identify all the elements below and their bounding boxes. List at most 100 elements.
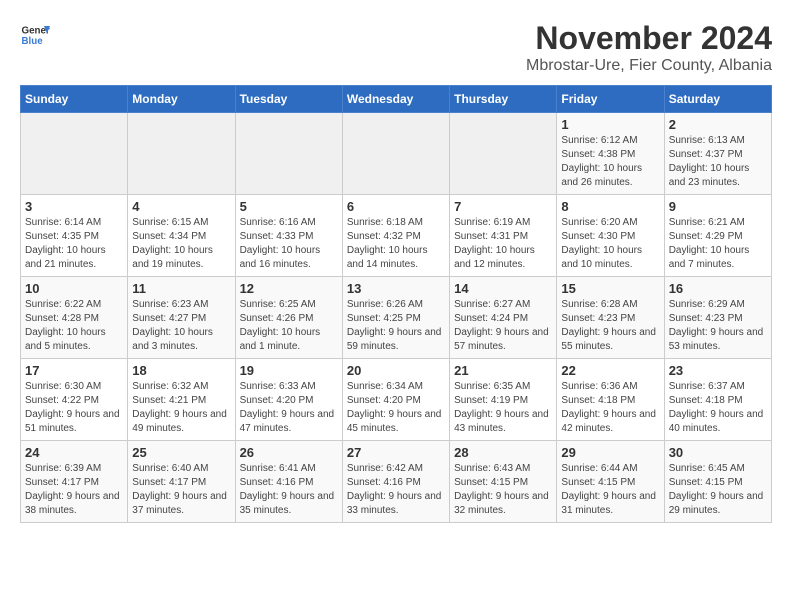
calendar-cell: 1 Sunrise: 6:12 AM Sunset: 4:38 PM Daylig…	[557, 113, 664, 195]
day-number: 1	[561, 117, 659, 132]
day-info: Sunrise: 6:23 AM Sunset: 4:27 PM Dayligh…	[132, 298, 230, 354]
calendar-cell: 15 Sunrise: 6:28 AM Sunset: 4:23 PM Dayli…	[557, 277, 664, 359]
day-number: 23	[669, 363, 767, 378]
header-day-monday: Monday	[128, 86, 235, 113]
calendar-cell	[128, 113, 235, 195]
logo: General Blue	[20, 20, 50, 50]
header-day-tuesday: Tuesday	[235, 86, 342, 113]
day-info: Sunrise: 6:22 AM Sunset: 4:28 PM Dayligh…	[25, 298, 123, 354]
calendar-cell	[450, 113, 557, 195]
day-info: Sunrise: 6:13 AM Sunset: 4:37 PM Dayligh…	[669, 134, 767, 190]
day-info: Sunrise: 6:44 AM Sunset: 4:15 PM Dayligh…	[561, 462, 659, 518]
calendar-cell: 29 Sunrise: 6:44 AM Sunset: 4:15 PM Dayli…	[557, 441, 664, 523]
calendar-table: SundayMondayTuesdayWednesdayThursdayFrid…	[20, 85, 772, 523]
calendar-cell: 4 Sunrise: 6:15 AM Sunset: 4:34 PM Daylig…	[128, 195, 235, 277]
calendar-cell: 25Sunrise: 6:40 AM Sunset: 4:17 PM Dayli…	[128, 441, 235, 523]
day-number: 22	[561, 363, 659, 378]
header: General Blue November 2024 Mbrostar-Ure,…	[20, 20, 772, 75]
header-day-saturday: Saturday	[664, 86, 771, 113]
day-number: 9	[669, 199, 767, 214]
day-number: 12	[240, 281, 338, 296]
day-number: 19	[240, 363, 338, 378]
day-number: 2	[669, 117, 767, 132]
day-number: 13	[347, 281, 445, 296]
day-info: Sunrise: 6:32 AM Sunset: 4:21 PM Dayligh…	[132, 380, 230, 436]
calendar-cell: 22 Sunrise: 6:36 AM Sunset: 4:18 PM Dayli…	[557, 359, 664, 441]
calendar-cell: 5 Sunrise: 6:16 AM Sunset: 4:33 PM Daylig…	[235, 195, 342, 277]
svg-text:Blue: Blue	[22, 36, 44, 47]
day-info: Sunrise: 6:39 AM Sunset: 4:17 PM Dayligh…	[25, 462, 123, 518]
main-title: November 2024	[526, 20, 772, 57]
calendar-cell: 12Sunrise: 6:25 AM Sunset: 4:26 PM Dayli…	[235, 277, 342, 359]
calendar-cell: 19 Sunrise: 6:33 AM Sunset: 4:20 PM Dayli…	[235, 359, 342, 441]
day-info: Sunrise: 6:12 AM Sunset: 4:38 PM Dayligh…	[561, 134, 659, 190]
calendar-cell: 17 Sunrise: 6:30 AM Sunset: 4:22 PM Dayli…	[21, 359, 128, 441]
calendar-cell: 8 Sunrise: 6:20 AM Sunset: 4:30 PM Daylig…	[557, 195, 664, 277]
header-row: SundayMondayTuesdayWednesdayThursdayFrid…	[21, 86, 772, 113]
day-number: 10	[25, 281, 123, 296]
calendar-cell: 13 Sunrise: 6:26 AM Sunset: 4:25 PM Dayli…	[342, 277, 449, 359]
day-info: Sunrise: 6:35 AM Sunset: 4:19 PM Dayligh…	[454, 380, 552, 436]
calendar-cell: 27Sunrise: 6:42 AM Sunset: 4:16 PM Dayli…	[342, 441, 449, 523]
title-area: November 2024 Mbrostar-Ure, Fier County,…	[526, 20, 772, 75]
week-row-3: 10 Sunrise: 6:22 AM Sunset: 4:28 PM Dayli…	[21, 277, 772, 359]
logo-icon: General Blue	[20, 20, 50, 50]
header-day-friday: Friday	[557, 86, 664, 113]
calendar-body: 1 Sunrise: 6:12 AM Sunset: 4:38 PM Daylig…	[21, 113, 772, 523]
day-number: 7	[454, 199, 552, 214]
day-info: Sunrise: 6:33 AM Sunset: 4:20 PM Dayligh…	[240, 380, 338, 436]
day-number: 26	[240, 445, 338, 460]
day-number: 17	[25, 363, 123, 378]
day-number: 11	[132, 281, 230, 296]
calendar-cell: 10 Sunrise: 6:22 AM Sunset: 4:28 PM Dayli…	[21, 277, 128, 359]
day-info: Sunrise: 6:45 AM Sunset: 4:15 PM Dayligh…	[669, 462, 767, 518]
day-number: 29	[561, 445, 659, 460]
week-row-2: 3Sunrise: 6:14 AM Sunset: 4:35 PM Daylig…	[21, 195, 772, 277]
day-info: Sunrise: 6:40 AM Sunset: 4:17 PM Dayligh…	[132, 462, 230, 518]
calendar-cell: 3Sunrise: 6:14 AM Sunset: 4:35 PM Daylig…	[21, 195, 128, 277]
calendar-cell: 24Sunrise: 6:39 AM Sunset: 4:17 PM Dayli…	[21, 441, 128, 523]
day-info: Sunrise: 6:34 AM Sunset: 4:20 PM Dayligh…	[347, 380, 445, 436]
day-info: Sunrise: 6:27 AM Sunset: 4:24 PM Dayligh…	[454, 298, 552, 354]
day-info: Sunrise: 6:41 AM Sunset: 4:16 PM Dayligh…	[240, 462, 338, 518]
day-number: 20	[347, 363, 445, 378]
calendar-cell: 16 Sunrise: 6:29 AM Sunset: 4:23 PM Dayli…	[664, 277, 771, 359]
calendar-cell: 20 Sunrise: 6:34 AM Sunset: 4:20 PM Dayli…	[342, 359, 449, 441]
day-info: Sunrise: 6:14 AM Sunset: 4:35 PM Dayligh…	[25, 216, 123, 272]
day-info: Sunrise: 6:43 AM Sunset: 4:15 PM Dayligh…	[454, 462, 552, 518]
calendar-cell: 11 Sunrise: 6:23 AM Sunset: 4:27 PM Dayli…	[128, 277, 235, 359]
day-number: 16	[669, 281, 767, 296]
calendar-cell: 14 Sunrise: 6:27 AM Sunset: 4:24 PM Dayli…	[450, 277, 557, 359]
header-day-sunday: Sunday	[21, 86, 128, 113]
calendar-cell: 9 Sunrise: 6:21 AM Sunset: 4:29 PM Daylig…	[664, 195, 771, 277]
day-info: Sunrise: 6:36 AM Sunset: 4:18 PM Dayligh…	[561, 380, 659, 436]
day-number: 14	[454, 281, 552, 296]
day-info: Sunrise: 6:19 AM Sunset: 4:31 PM Dayligh…	[454, 216, 552, 272]
day-number: 5	[240, 199, 338, 214]
calendar-cell: 21Sunrise: 6:35 AM Sunset: 4:19 PM Dayli…	[450, 359, 557, 441]
calendar-cell	[235, 113, 342, 195]
calendar-cell: 18 Sunrise: 6:32 AM Sunset: 4:21 PM Dayli…	[128, 359, 235, 441]
subtitle: Mbrostar-Ure, Fier County, Albania	[526, 57, 772, 75]
header-day-thursday: Thursday	[450, 86, 557, 113]
day-info: Sunrise: 6:42 AM Sunset: 4:16 PM Dayligh…	[347, 462, 445, 518]
day-info: Sunrise: 6:21 AM Sunset: 4:29 PM Dayligh…	[669, 216, 767, 272]
day-info: Sunrise: 6:26 AM Sunset: 4:25 PM Dayligh…	[347, 298, 445, 354]
header-day-wednesday: Wednesday	[342, 86, 449, 113]
calendar-cell: 28Sunrise: 6:43 AM Sunset: 4:15 PM Dayli…	[450, 441, 557, 523]
calendar-cell	[342, 113, 449, 195]
day-number: 8	[561, 199, 659, 214]
calendar-cell: 26 Sunrise: 6:41 AM Sunset: 4:16 PM Dayli…	[235, 441, 342, 523]
day-info: Sunrise: 6:16 AM Sunset: 4:33 PM Dayligh…	[240, 216, 338, 272]
day-number: 18	[132, 363, 230, 378]
day-info: Sunrise: 6:29 AM Sunset: 4:23 PM Dayligh…	[669, 298, 767, 354]
week-row-4: 17 Sunrise: 6:30 AM Sunset: 4:22 PM Dayli…	[21, 359, 772, 441]
day-info: Sunrise: 6:28 AM Sunset: 4:23 PM Dayligh…	[561, 298, 659, 354]
week-row-5: 24Sunrise: 6:39 AM Sunset: 4:17 PM Dayli…	[21, 441, 772, 523]
day-info: Sunrise: 6:15 AM Sunset: 4:34 PM Dayligh…	[132, 216, 230, 272]
day-number: 15	[561, 281, 659, 296]
day-info: Sunrise: 6:30 AM Sunset: 4:22 PM Dayligh…	[25, 380, 123, 436]
day-number: 4	[132, 199, 230, 214]
day-info: Sunrise: 6:20 AM Sunset: 4:30 PM Dayligh…	[561, 216, 659, 272]
day-number: 6	[347, 199, 445, 214]
